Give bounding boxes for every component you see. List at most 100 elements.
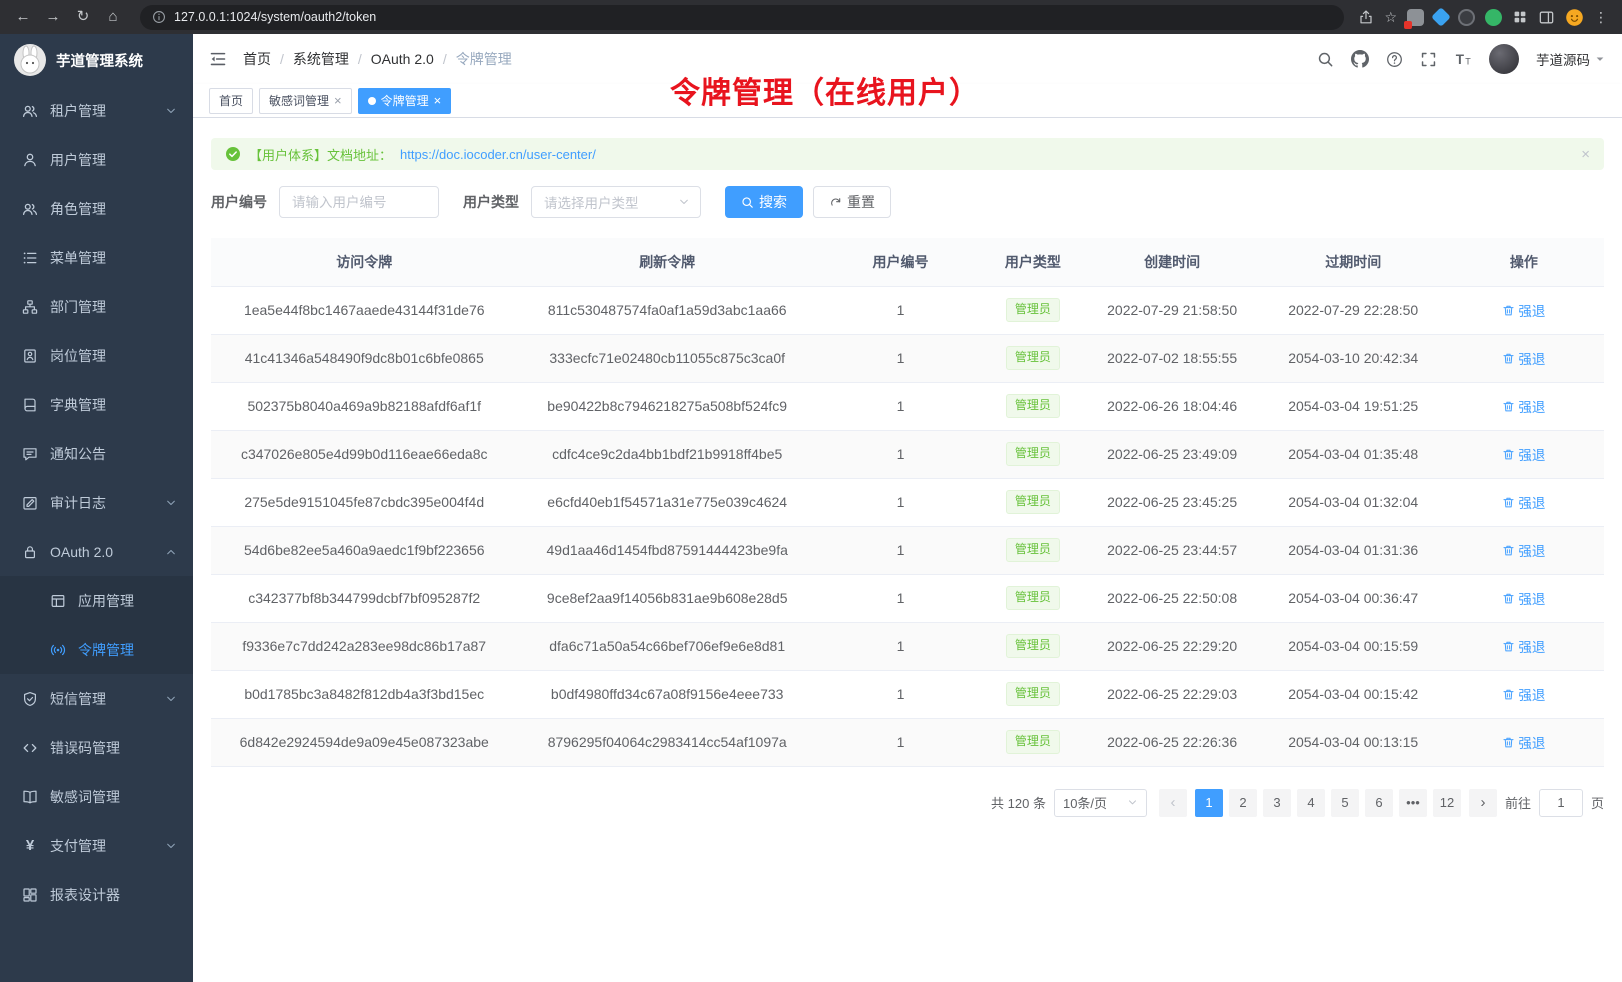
extensions-puzzle-icon[interactable] — [1512, 9, 1528, 25]
tab-home[interactable]: 首页 — [209, 88, 253, 114]
doc-link[interactable]: https://doc.iocoder.cn/user-center/ — [400, 147, 596, 162]
font-size-icon[interactable] — [1454, 50, 1472, 68]
force-logout-button[interactable]: 强退 — [1502, 492, 1545, 512]
github-icon[interactable] — [1351, 50, 1369, 68]
force-logout-button[interactable]: 强退 — [1502, 300, 1545, 320]
force-logout-button[interactable]: 强退 — [1502, 684, 1545, 704]
sidebar-item-report-designer[interactable]: 报表设计器 — [0, 870, 193, 919]
sidebar-item-audit-log[interactable]: 审计日志 — [0, 478, 193, 527]
page-button[interactable]: ••• — [1399, 789, 1427, 817]
user-menu[interactable]: 芋道源码 — [1536, 49, 1606, 69]
page-button[interactable]: 6 — [1365, 789, 1393, 817]
sidebar-item-label: 用户管理 — [50, 150, 106, 170]
sidebar-item-dept[interactable]: 部门管理 — [0, 282, 193, 331]
force-logout-button[interactable]: 强退 — [1502, 588, 1545, 608]
page-button[interactable]: 1 — [1195, 789, 1223, 817]
force-logout-button[interactable]: 强退 — [1502, 732, 1545, 752]
page-button[interactable]: 2 — [1229, 789, 1257, 817]
sidebar-item-notice[interactable]: 通知公告 — [0, 429, 193, 478]
trash-icon — [1502, 544, 1515, 557]
force-logout-button[interactable]: 强退 — [1502, 396, 1545, 416]
shield-icon — [22, 691, 38, 707]
profile-avatar-icon[interactable] — [1565, 8, 1584, 27]
col-user-type: 用户类型 — [984, 238, 1082, 286]
sidebar-item-pay[interactable]: ¥ 支付管理 — [0, 821, 193, 870]
sidebar-item-error-code[interactable]: 错误码管理 — [0, 723, 193, 772]
user-avatar[interactable] — [1489, 44, 1519, 74]
user-type-select[interactable]: 请选择用户类型 — [531, 186, 701, 218]
fullscreen-icon[interactable] — [1420, 51, 1437, 68]
sidebar-item-role[interactable]: 角色管理 — [0, 184, 193, 233]
breadcrumb: 首页 / 系统管理 / OAuth 2.0 / 令牌管理 — [243, 49, 512, 69]
user-id-cell: 1 — [817, 574, 984, 622]
breadcrumb-home[interactable]: 首页 — [243, 49, 271, 69]
access-token-cell: 275e5de9151045fe87cbdc395e004f4d — [211, 478, 517, 526]
tab-sensitive-word[interactable]: 敏感词管理 × — [259, 88, 352, 114]
force-logout-button[interactable]: 强退 — [1502, 348, 1545, 368]
extension-icon-4[interactable] — [1485, 9, 1502, 26]
forward-button[interactable]: → — [40, 0, 66, 34]
page-button[interactable]: 12 — [1433, 789, 1461, 817]
help-icon[interactable] — [1386, 51, 1403, 68]
page-button[interactable]: 4 — [1297, 789, 1325, 817]
tab-label: 令牌管理 — [381, 92, 429, 109]
tab-token[interactable]: 令牌管理 × — [358, 88, 452, 114]
prev-page-button[interactable]: ‹ — [1159, 789, 1187, 817]
user-id-input[interactable] — [279, 186, 439, 218]
force-logout-button[interactable]: 强退 — [1502, 540, 1545, 560]
bookmark-star-icon[interactable]: ☆ — [1384, 9, 1397, 26]
reset-button[interactable]: 重置 — [813, 186, 891, 218]
reload-button[interactable]: ↻ — [70, 0, 96, 34]
force-logout-button[interactable]: 强退 — [1502, 444, 1545, 464]
back-button[interactable]: ← — [10, 0, 36, 34]
browser-menu-icon[interactable]: ⋮ — [1594, 9, 1608, 26]
sidebar-item-user[interactable]: 用户管理 — [0, 135, 193, 184]
sidebar-item-post[interactable]: 岗位管理 — [0, 331, 193, 380]
force-logout-button[interactable]: 强退 — [1502, 636, 1545, 656]
page-button[interactable]: 5 — [1331, 789, 1359, 817]
sidebar-item-oauth2[interactable]: OAuth 2.0 — [0, 527, 193, 576]
page-button[interactable]: 3 — [1263, 789, 1291, 817]
force-logout-label: 强退 — [1518, 684, 1545, 704]
breadcrumb-system[interactable]: 系统管理 — [293, 49, 349, 69]
close-icon[interactable]: × — [434, 94, 442, 107]
app-logo[interactable]: 芋道管理系统 — [0, 34, 193, 86]
breadcrumb-oauth2[interactable]: OAuth 2.0 — [371, 51, 434, 67]
trash-icon — [1502, 448, 1515, 461]
force-logout-label: 强退 — [1518, 732, 1545, 752]
user-type-badge: 管理员 — [1006, 538, 1060, 562]
sidebar-item-oauth2-token[interactable]: 令牌管理 — [0, 625, 193, 674]
sidebar-item-sms[interactable]: 短信管理 — [0, 674, 193, 723]
trash-icon — [1502, 640, 1515, 653]
extension-icon-2[interactable] — [1431, 7, 1451, 27]
address-bar[interactable]: 127.0.0.1:1024/system/oauth2/token — [140, 5, 1344, 30]
search-icon[interactable] — [1317, 51, 1334, 68]
goto-page-input[interactable] — [1539, 789, 1583, 817]
token-table: 访问令牌 刷新令牌 用户编号 用户类型 创建时间 过期时间 操作 1ea5e44… — [211, 238, 1604, 767]
home-button[interactable]: ⌂ — [100, 0, 126, 34]
extension-icon-1[interactable] — [1407, 9, 1424, 26]
share-icon[interactable] — [1358, 9, 1374, 25]
refresh-token-cell: b0df4980ffd34c67a08f9156e4eee733 — [517, 670, 816, 718]
chevron-down-icon — [1127, 797, 1138, 808]
sidebar-item-oauth2-app[interactable]: 应用管理 — [0, 576, 193, 625]
sidebar-item-dict[interactable]: 字典管理 — [0, 380, 193, 429]
page-size-select[interactable]: 10条/页 — [1054, 789, 1147, 817]
search-button[interactable]: 搜索 — [725, 186, 803, 218]
sidebar-item-sensitive-word[interactable]: 敏感词管理 — [0, 772, 193, 821]
expire-time-cell: 2054-03-04 00:13:15 — [1263, 718, 1444, 766]
sidebar-item-label: 报表设计器 — [50, 885, 120, 905]
sidebar-collapse-icon[interactable] — [209, 50, 227, 68]
next-page-button[interactable]: › — [1469, 789, 1497, 817]
user-type-badge: 管理员 — [1006, 634, 1060, 658]
sidebar-item-menu[interactable]: 菜单管理 — [0, 233, 193, 282]
side-panel-icon[interactable] — [1538, 9, 1555, 26]
sidebar-item-tenant[interactable]: 租户管理 — [0, 86, 193, 135]
alert-close-icon[interactable]: × — [1581, 146, 1590, 163]
close-icon[interactable]: × — [334, 94, 342, 107]
table-row: c342377bf8b344799dcbf7bf095287f2 9ce8ef2… — [211, 574, 1604, 622]
site-info-icon[interactable] — [152, 10, 166, 24]
actions-cell: 强退 — [1444, 478, 1604, 526]
chevron-down-icon — [165, 693, 177, 705]
extension-icon-3[interactable] — [1458, 9, 1475, 26]
